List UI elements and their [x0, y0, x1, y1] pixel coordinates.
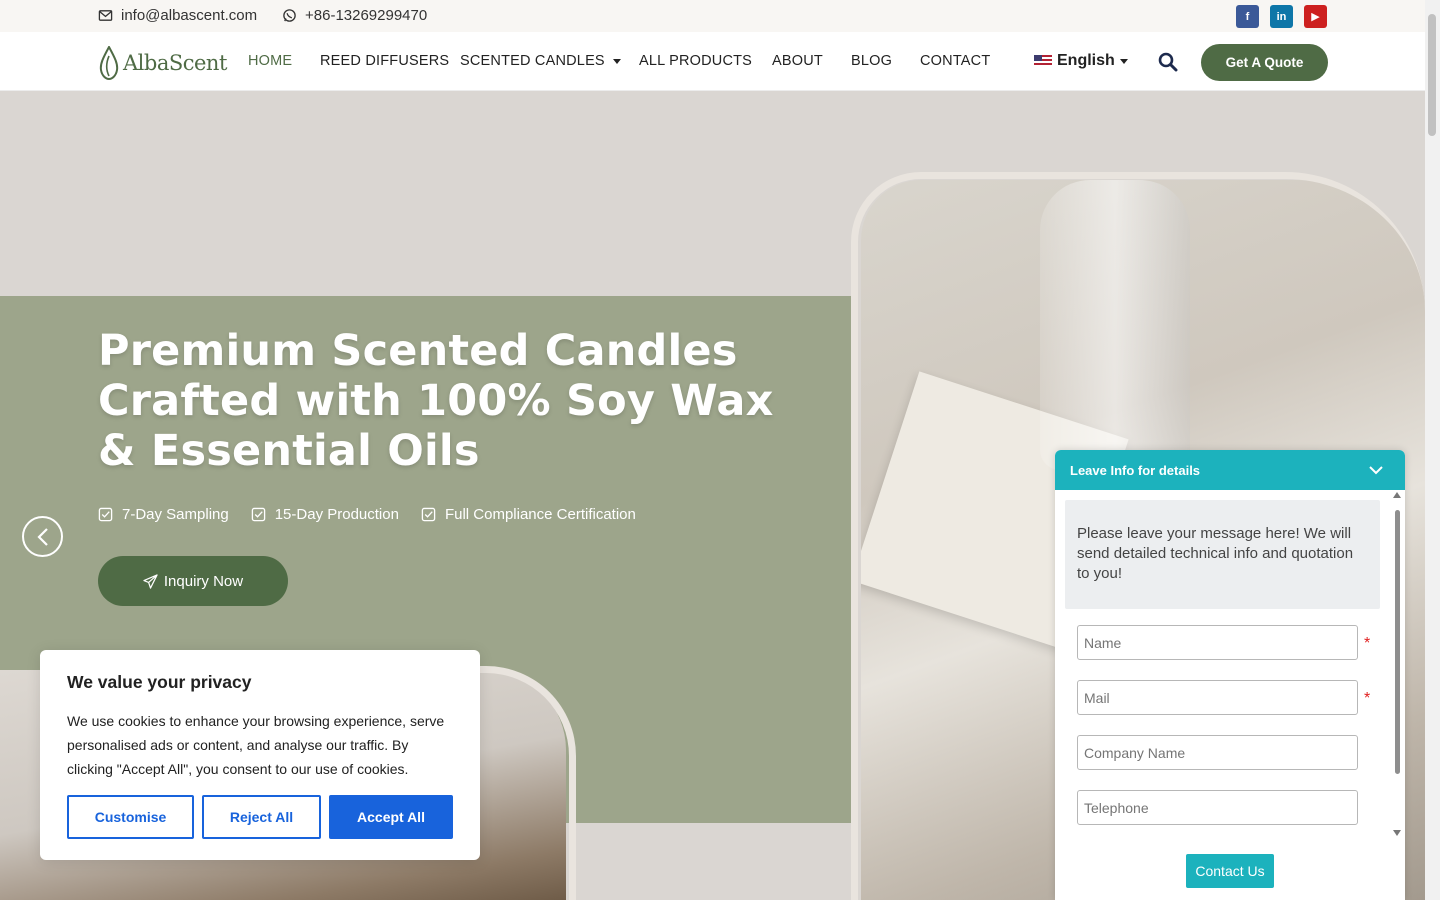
- chevron-left-icon: [36, 527, 48, 546]
- language-selector[interactable]: English: [1034, 52, 1128, 70]
- feature-label: 7-Day Sampling: [122, 506, 229, 523]
- page-scrollbar-thumb[interactable]: [1428, 14, 1436, 136]
- whatsapp-icon: [283, 9, 296, 22]
- us-flag-icon: [1034, 55, 1052, 67]
- facebook-icon[interactable]: f: [1236, 5, 1259, 28]
- feature-item: 7-Day Sampling: [98, 506, 229, 523]
- customise-button[interactable]: Customise: [67, 795, 194, 839]
- droplet-logo-icon: [99, 46, 119, 80]
- caret-down-icon: [612, 58, 621, 64]
- language-label: English: [1057, 52, 1115, 69]
- feature-label: Full Compliance Certification: [444, 506, 636, 523]
- linkedin-icon[interactable]: in: [1270, 5, 1293, 28]
- check-square-icon: [421, 507, 436, 522]
- nav-home[interactable]: HOME: [248, 53, 292, 69]
- logo-text: AlbaScent: [123, 51, 227, 75]
- logo[interactable]: AlbaScent: [98, 46, 227, 80]
- nav-all-products[interactable]: ALL PRODUCTS: [639, 53, 752, 69]
- nav-scented-candles[interactable]: SCENTED CANDLES: [460, 53, 621, 69]
- inquiry-now-label: Inquiry Now: [163, 572, 244, 590]
- name-field[interactable]: [1077, 625, 1358, 660]
- feature-item: Full Compliance Certification: [421, 506, 636, 523]
- widget-message: Please leave your message here! We will …: [1065, 500, 1380, 609]
- nav-reed-diffusers[interactable]: REED DIFFUSERS: [320, 53, 449, 69]
- page-scrollbar[interactable]: [1425, 0, 1440, 900]
- email-contact[interactable]: info@albascent.com: [98, 7, 257, 24]
- widget-header[interactable]: Leave Info for details: [1055, 450, 1405, 490]
- nav-scented-candles-label: SCENTED CANDLES: [460, 53, 605, 69]
- scrollbar-thumb[interactable]: [1395, 510, 1400, 774]
- envelope-icon: [98, 10, 113, 21]
- nav-contact[interactable]: CONTACT: [920, 53, 990, 69]
- reject-all-button[interactable]: Reject All: [202, 795, 321, 839]
- required-mark: *: [1364, 690, 1371, 707]
- feature-label: 15-Day Production: [274, 506, 399, 523]
- nav-about[interactable]: ABOUT: [772, 53, 823, 69]
- get-a-quote-button[interactable]: Get A Quote: [1201, 44, 1328, 81]
- paper-plane-icon: [143, 573, 158, 589]
- telephone-field[interactable]: [1077, 790, 1358, 825]
- inquiry-now-button[interactable]: Inquiry Now: [98, 556, 288, 606]
- phone-contact[interactable]: +86-13269299470: [282, 7, 427, 24]
- cookie-buttons: Customise Reject All Accept All: [67, 795, 453, 839]
- cookie-text: We use cookies to enhance your browsing …: [67, 713, 445, 777]
- widget-scrollbar[interactable]: [1392, 492, 1402, 840]
- youtube-icon[interactable]: ▶: [1304, 5, 1327, 28]
- check-square-icon: [98, 507, 113, 522]
- hero-features: 7-Day Sampling 15-Day Production Full Co…: [98, 506, 636, 523]
- lead-form-widget: Leave Info for details Please leave your…: [1055, 450, 1405, 900]
- main-navigation: AlbaScent HOME REED DIFFUSERS SCENTED CA…: [0, 32, 1425, 91]
- widget-title: Leave Info for details: [1070, 462, 1201, 478]
- caret-down-icon: [1119, 58, 1128, 64]
- phone-text[interactable]: +86-13269299470: [305, 7, 427, 24]
- check-square-icon: [251, 507, 265, 522]
- required-mark: *: [1364, 635, 1371, 652]
- mail-field[interactable]: [1077, 680, 1358, 715]
- top-contact-bar: info@albascent.com +86-13269299470 f in …: [0, 0, 1425, 32]
- email-text[interactable]: info@albascent.com: [121, 7, 257, 24]
- chevron-down-icon[interactable]: [1369, 463, 1383, 477]
- nav-blog[interactable]: BLOG: [851, 53, 892, 69]
- accept-all-button[interactable]: Accept All: [329, 795, 453, 839]
- feature-item: 15-Day Production: [251, 506, 399, 523]
- cookie-title: We value your privacy: [67, 672, 252, 692]
- scroll-down-icon[interactable]: [1393, 830, 1401, 836]
- cookie-consent-banner: We value your privacy We use cookies to …: [40, 650, 480, 860]
- slider-prev-button[interactable]: [22, 516, 63, 557]
- contact-us-button[interactable]: Contact Us: [1186, 854, 1274, 888]
- hero-title: Premium Scented Candles Crafted with 100…: [98, 326, 774, 476]
- company-name-field[interactable]: [1077, 735, 1358, 770]
- scroll-up-icon[interactable]: [1393, 492, 1401, 498]
- search-icon[interactable]: [1158, 52, 1178, 72]
